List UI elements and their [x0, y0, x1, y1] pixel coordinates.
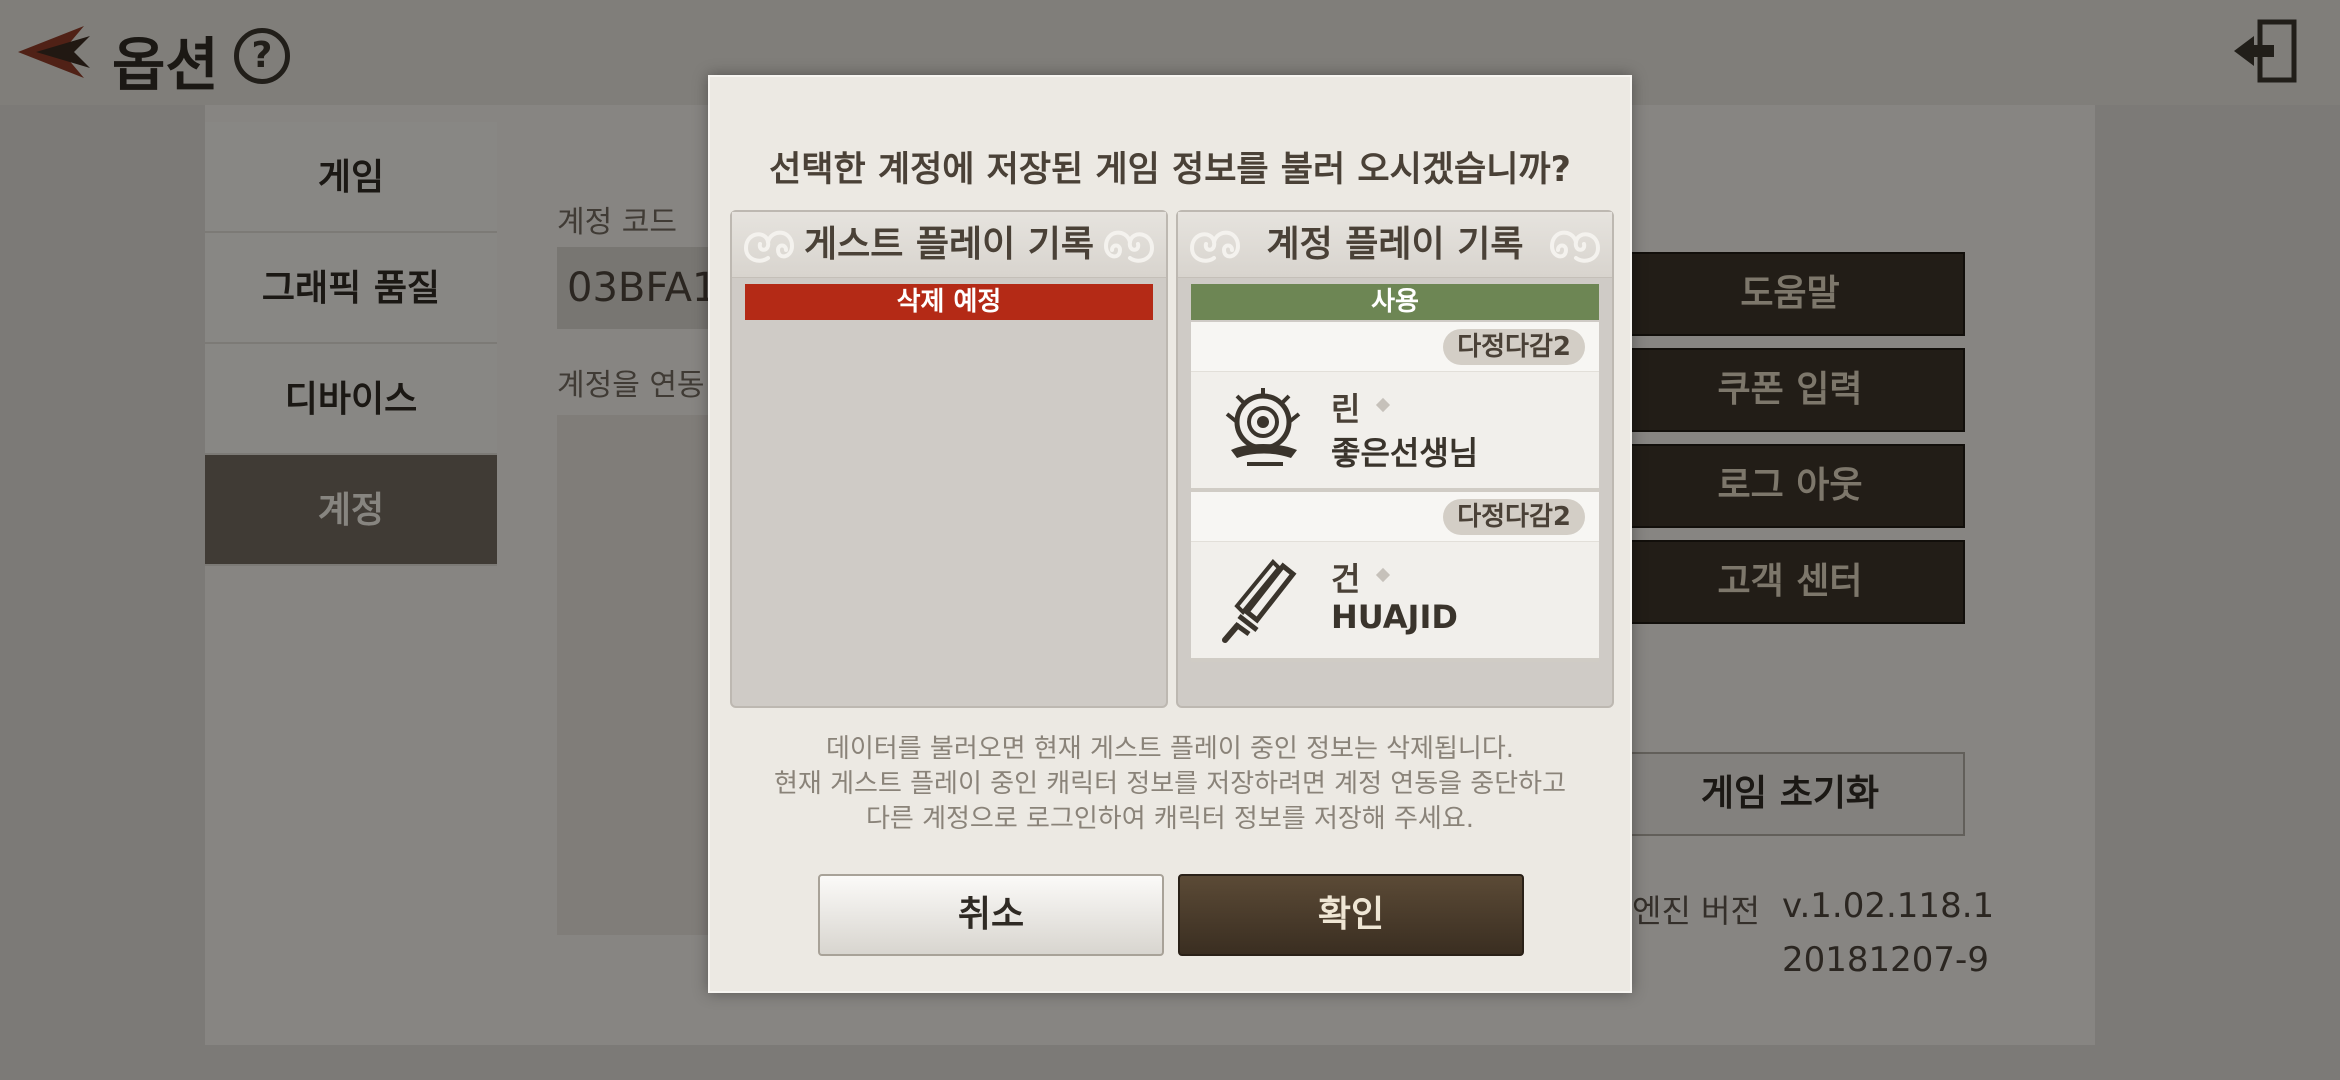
dialog-title: 선택한 계정에 저장된 게임 정보를 불러 오시겠습니까? [769, 150, 1571, 190]
load-data-dialog: 선택한 계정에 저장된 게임 정보를 불러 오시겠습니까? 게스트 플레이 기록… [708, 75, 1632, 993]
cloud-ornament-icon [1549, 230, 1600, 263]
cloud-ornament-icon [1103, 230, 1154, 263]
notice-line: 데이터를 불러오면 현재 게스트 플레이 중인 정보는 삭제됩니다. [825, 734, 1515, 764]
confirm-button[interactable]: 확인 [1178, 874, 1524, 956]
double-blade-icon [1222, 559, 1297, 643]
server-tag: 다정다감2 [1443, 329, 1585, 365]
character-name: HUAJID [1331, 598, 1458, 636]
guest-record-panel: 게스트 플레이 기록 삭제 예정 [730, 210, 1168, 708]
account-record-panel: 계정 플레이 기록 사용 다정다감2 린 좋은선생님 다정다감2 건 HUAJI… [1176, 210, 1614, 708]
notice-line: 현재 게스트 플레이 중인 캐릭터 정보를 저장하려면 계정 연동을 중단하고 [774, 769, 1566, 799]
panel-header: 게스트 플레이 기록 [732, 212, 1166, 278]
character-class: 린 [1331, 390, 1361, 428]
character-card[interactable]: 다정다감2 린 좋은선생님 [1191, 322, 1599, 492]
delete-scheduled-badge: 삭제 예정 [745, 284, 1153, 320]
in-use-badge: 사용 [1191, 284, 1599, 320]
panel-header: 계정 플레이 기록 [1178, 212, 1612, 278]
mandala-fan-icon [1225, 388, 1301, 466]
cancel-button[interactable]: 취소 [818, 874, 1164, 956]
notice-line: 다른 계정으로 로그인하여 캐릭터 정보를 저장해 주세요. [865, 804, 1474, 834]
character-class: 건 [1331, 560, 1361, 598]
character-card[interactable]: 다정다감2 건 HUAJID [1191, 492, 1599, 662]
character-name: 좋은선생님 [1331, 434, 1479, 472]
dialog-notice: 데이터를 불러오면 현재 게스트 플레이 중인 정보는 삭제됩니다. 현재 게스… [710, 732, 1630, 837]
server-tag: 다정다감2 [1443, 499, 1585, 535]
